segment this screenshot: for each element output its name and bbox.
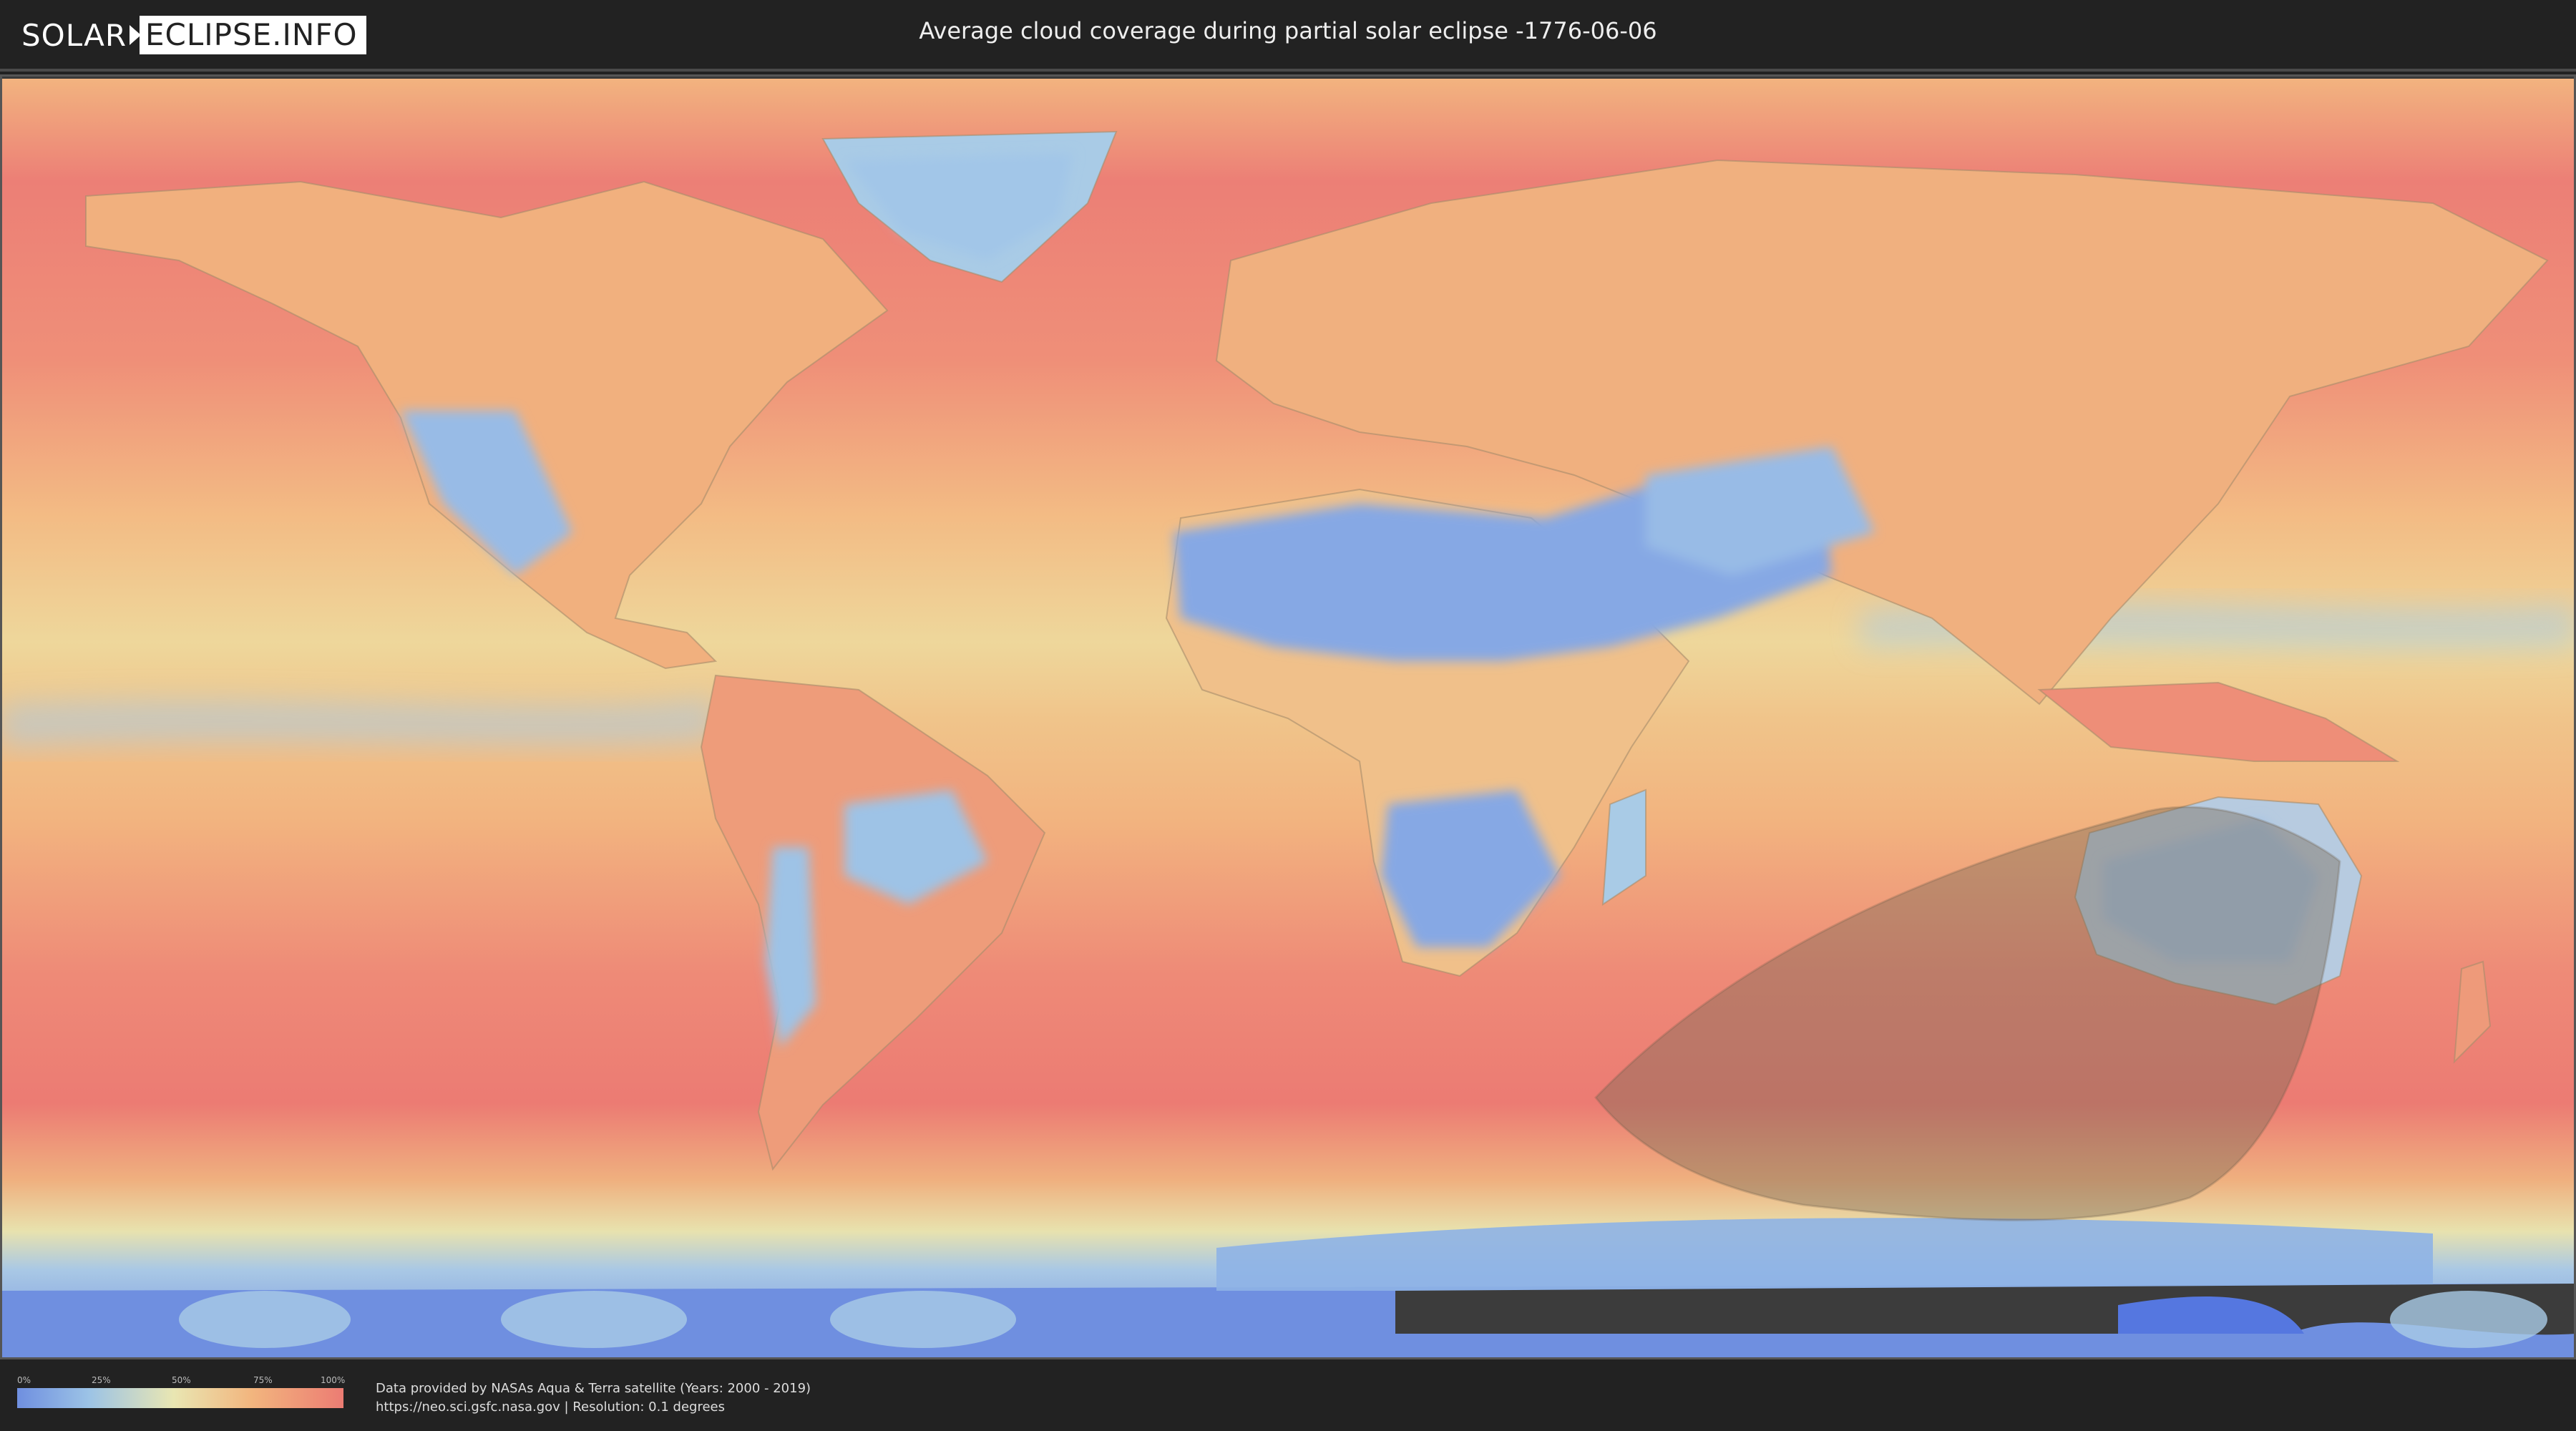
cloud-coverage-map[interactable] [0, 74, 2576, 1359]
legend-tick-25: 25% [92, 1375, 111, 1385]
data-credits: Data provided by NASAs Aqua & Terra sate… [376, 1379, 811, 1417]
credits-line-source: Data provided by NASAs Aqua & Terra sate… [376, 1381, 811, 1396]
world-map-svg [0, 74, 2576, 1359]
legend-tick-50: 50% [172, 1375, 191, 1385]
legend-tick-75: 75% [253, 1375, 273, 1385]
header-bar: SOLAR ECLIPSE.INFO Average cloud coverag… [0, 0, 2576, 72]
legend-color-scale [17, 1388, 343, 1408]
legend-tick-100: 100% [321, 1375, 346, 1385]
credits-line-url[interactable]: https://neo.sci.gsfc.nasa.gov | Resoluti… [376, 1398, 811, 1417]
legend-ticks: 0% 25% 50% 75% 100% [17, 1375, 346, 1388]
cloud-coverage-legend: 0% 25% 50% 75% 100% [17, 1375, 346, 1408]
page-title: Average cloud coverage during partial so… [919, 17, 1657, 44]
legend-tick-0: 0% [17, 1375, 31, 1385]
